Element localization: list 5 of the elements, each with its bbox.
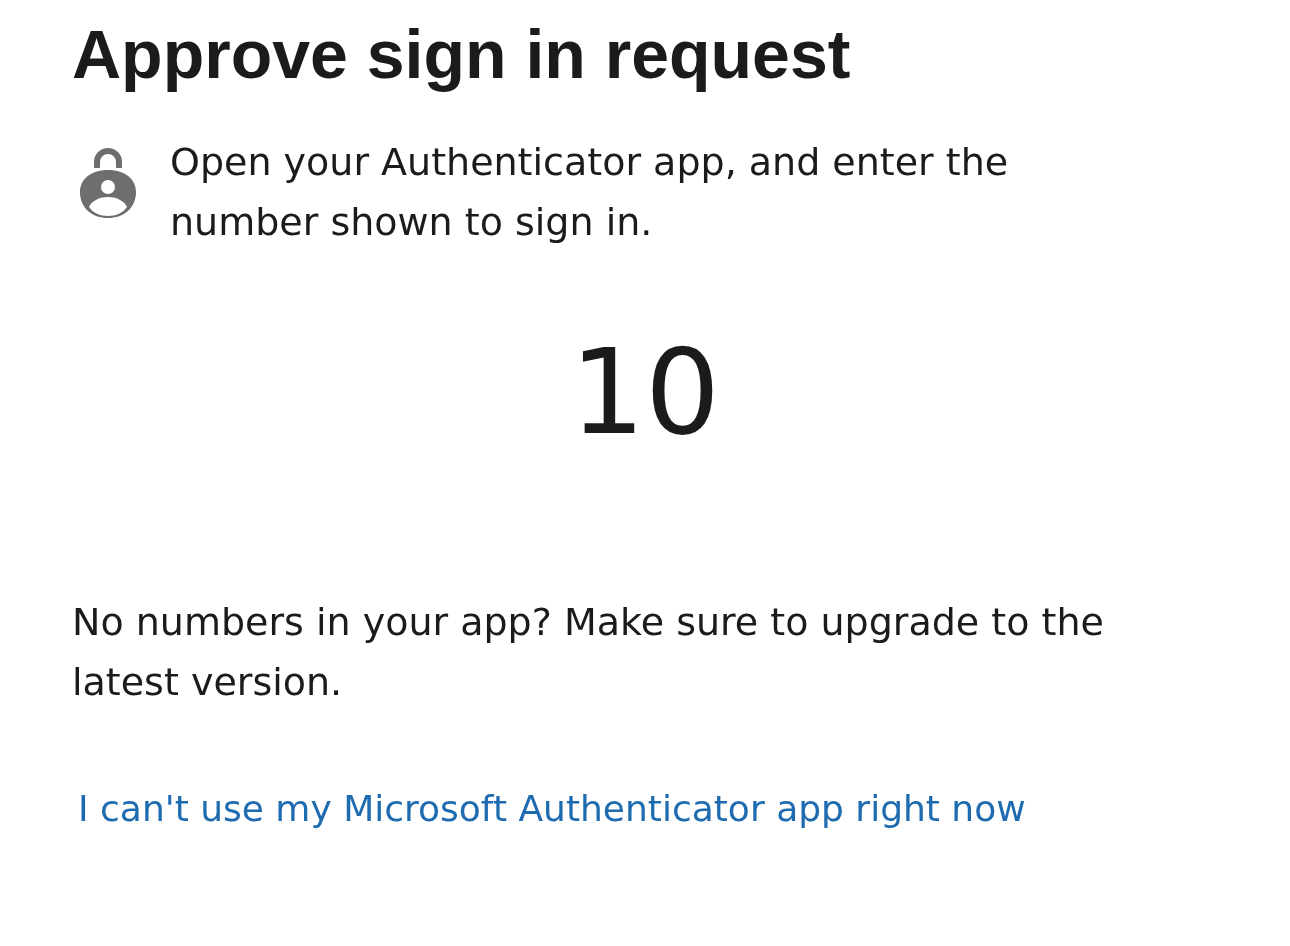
- alternate-method-link[interactable]: I can't use my Microsoft Authenticator app right now: [78, 784, 1026, 834]
- upgrade-note: No numbers in your app? Make sure to upgrade to the latest version.: [72, 599, 1105, 706]
- page-title: Approve sign in request: [72, 15, 852, 94]
- verification-number: 10: [568, 322, 722, 462]
- instruction-text: Open your Authenticator app, and enter the number shown to sign in.: [170, 139, 1010, 246]
